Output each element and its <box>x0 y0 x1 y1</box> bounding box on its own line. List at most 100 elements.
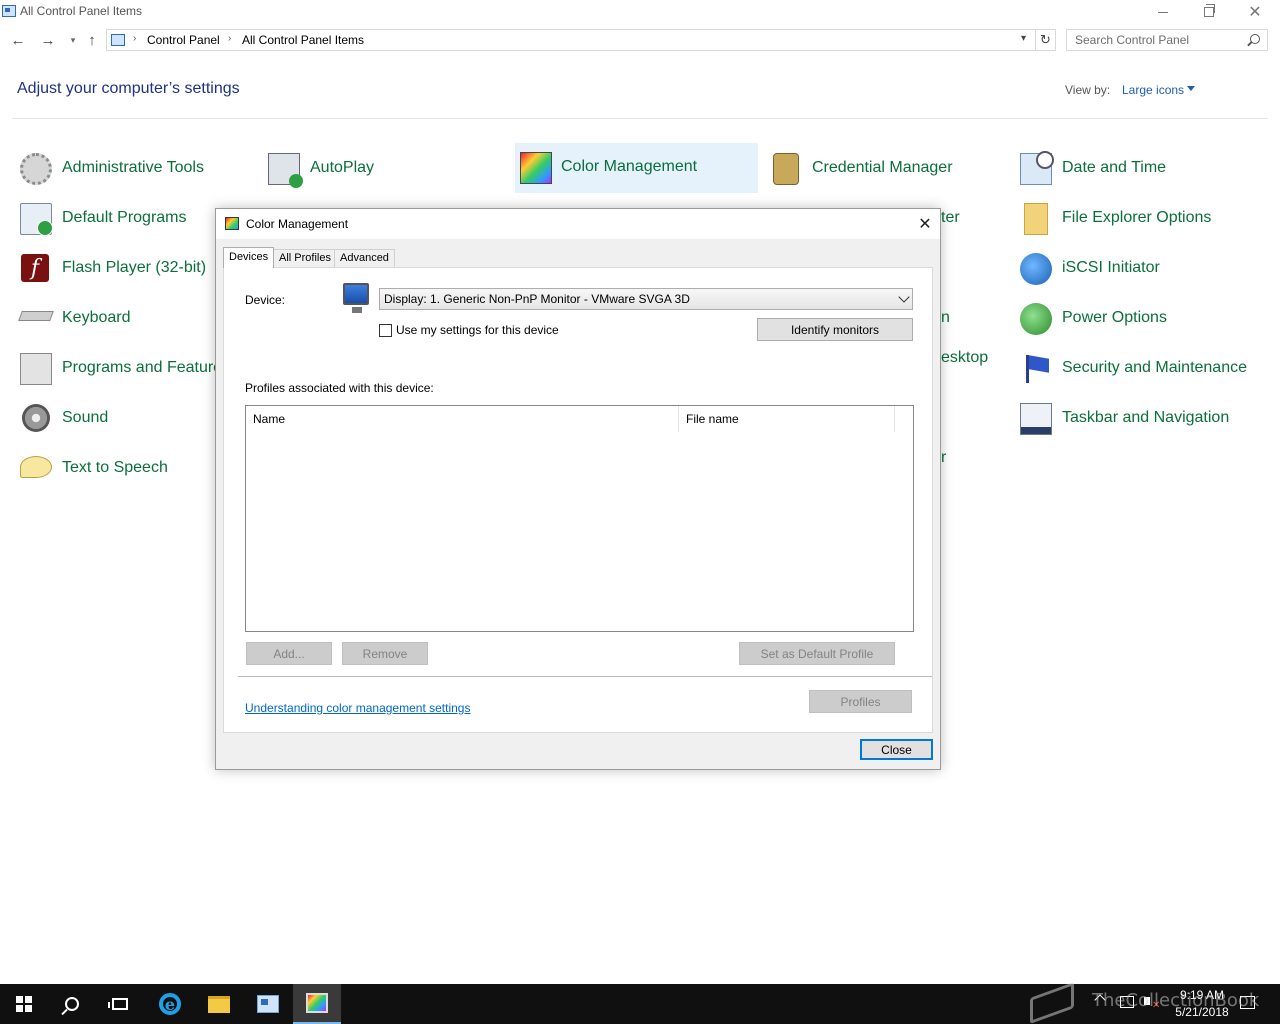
search-icon <box>65 997 79 1011</box>
minimize-button[interactable] <box>1140 0 1186 24</box>
item-label: Default Programs <box>62 209 187 226</box>
dialog-titlebar[interactable]: Color Management ✕ <box>216 209 940 239</box>
close-window-button[interactable]: ✕ <box>1232 0 1278 24</box>
chevron-down-icon: ▾ <box>70 34 76 45</box>
item-power-options[interactable]: Power Options <box>1016 294 1266 342</box>
profiles-label: Profiles associated with this device: <box>245 381 434 395</box>
color-management-icon <box>225 217 239 230</box>
taskbar-file-explorer[interactable] <box>195 984 243 1024</box>
item-label: Text to Speech <box>62 459 168 476</box>
sound-icon <box>22 404 50 432</box>
search-input[interactable] <box>1067 30 1247 50</box>
color-management-help-link[interactable]: Understanding color management settings <box>245 701 470 715</box>
tab-all-profiles[interactable]: All Profiles <box>273 249 337 267</box>
taskbar-navigation-icon <box>1020 403 1052 435</box>
item-color-management[interactable]: Color Management <box>515 143 758 193</box>
iscsi-initiator-icon <box>1020 253 1052 285</box>
watermark-text: TheCollectionBook <box>1092 990 1260 1011</box>
taskbar-search-button[interactable] <box>48 984 96 1024</box>
item-date-and-time[interactable]: Date and Time <box>1016 144 1266 192</box>
window-title: All Control Panel Items <box>20 4 143 18</box>
item-partially-hidden[interactable]: r <box>941 434 981 482</box>
internet-explorer-icon: e <box>159 993 181 1015</box>
start-button[interactable] <box>0 984 48 1024</box>
page-title: Adjust your computer’s settings <box>17 80 240 97</box>
item-credential-manager[interactable]: Credential Manager <box>766 144 1006 192</box>
taskbar-color-management[interactable] <box>293 984 341 1024</box>
item-administrative-tools[interactable]: Administrative Tools <box>16 144 256 192</box>
refresh-button[interactable]: ↻ <box>1036 29 1056 51</box>
item-partially-hidden[interactable]: ter <box>941 194 1001 242</box>
identify-monitors-button[interactable]: Identify monitors <box>757 318 913 341</box>
remove-button[interactable]: Remove <box>342 642 428 665</box>
profiles-list[interactable]: Name File name <box>245 405 914 632</box>
default-programs-icon <box>20 203 53 236</box>
up-button[interactable]: ↑ <box>82 30 102 50</box>
item-label: Administrative Tools <box>62 159 204 176</box>
tab-advanced[interactable]: Advanced <box>334 249 395 267</box>
column-header-name[interactable]: Name <box>246 406 679 432</box>
item-label: Color Management <box>561 158 698 175</box>
item-label: iSCSI Initiator <box>1062 259 1160 276</box>
item-label: Security and Maintenance <box>1062 359 1247 376</box>
tab-devices[interactable]: Devices <box>223 247 275 268</box>
item-label: ter <box>941 209 960 226</box>
back-button[interactable]: ← <box>8 30 28 50</box>
recent-locations-button[interactable]: ▾ <box>63 30 83 50</box>
item-partially-hidden[interactable]: esktop <box>941 334 1011 382</box>
forward-button[interactable]: → <box>38 30 58 50</box>
profiles-button[interactable]: Profiles <box>809 690 912 713</box>
taskbar-internet-explorer[interactable]: e <box>146 984 194 1024</box>
folder-icon <box>208 995 230 1013</box>
item-security-and-maintenance[interactable]: Security and Maintenance <box>1016 344 1266 392</box>
item-label: esktop <box>941 349 989 366</box>
item-iscsi-initiator[interactable]: iSCSI Initiator <box>1016 244 1266 292</box>
search-icon[interactable] <box>1250 34 1260 44</box>
task-view-button[interactable] <box>96 984 144 1024</box>
item-label: r <box>941 449 947 466</box>
item-label: Credential Manager <box>812 159 953 176</box>
device-dropdown-value: Display: 1. Generic Non-PnP Monitor - VM… <box>384 292 690 306</box>
item-taskbar-and-navigation[interactable]: Taskbar and Navigation <box>1016 394 1266 442</box>
control-panel-icon <box>2 5 16 17</box>
search-box[interactable] <box>1066 29 1268 51</box>
programs-features-icon <box>20 353 52 385</box>
caret-down-icon[interactable] <box>1187 86 1195 91</box>
breadcrumb-separator-icon[interactable]: › <box>133 33 136 44</box>
credential-manager-icon <box>773 153 799 185</box>
add-button[interactable]: Add... <box>246 642 332 665</box>
dialog-close-icon[interactable]: ✕ <box>914 213 936 235</box>
maximize-button[interactable] <box>1186 0 1232 24</box>
item-label: Taskbar and Navigation <box>1062 409 1230 426</box>
color-management-dialog: Color Management ✕ Devices All Profiles … <box>215 208 941 770</box>
window-titlebar: All Control Panel Items ✕ <box>0 0 1280 24</box>
text-to-speech-icon <box>20 456 52 478</box>
close-button[interactable]: Close <box>860 739 933 760</box>
device-dropdown[interactable]: Display: 1. Generic Non-PnP Monitor - VM… <box>379 288 913 310</box>
breadcrumb-separator-icon[interactable]: › <box>228 33 231 44</box>
breadcrumb-control-panel[interactable]: Control Panel <box>147 33 220 47</box>
use-my-settings-label[interactable]: Use my settings for this device <box>396 323 559 337</box>
address-dropdown-icon[interactable]: ▾ <box>1021 33 1026 44</box>
use-my-settings-checkbox[interactable] <box>379 324 392 337</box>
item-file-explorer-options[interactable]: File Explorer Options <box>1016 194 1266 242</box>
admin-tools-icon <box>20 153 52 185</box>
color-management-icon <box>306 993 328 1013</box>
taskbar-control-panel[interactable] <box>244 984 292 1024</box>
arrow-left-icon: ← <box>10 31 26 49</box>
header-divider <box>12 118 1268 119</box>
refresh-icon: ↻ <box>1040 32 1051 47</box>
set-default-profile-button[interactable]: Set as Default Profile <box>739 642 895 665</box>
address-bar[interactable]: › Control Panel › All Control Panel Item… <box>106 29 1036 51</box>
item-autoplay[interactable]: AutoPlay <box>264 144 504 192</box>
dialog-title: Color Management <box>246 217 349 231</box>
breadcrumb-all-items[interactable]: All Control Panel Items <box>242 33 364 47</box>
date-time-icon <box>1020 151 1054 185</box>
column-header-file-name[interactable]: File name <box>679 406 895 432</box>
chevron-down-icon <box>898 291 910 303</box>
view-by-label: View by: <box>1065 83 1111 97</box>
power-options-icon <box>1020 303 1052 335</box>
view-by-dropdown[interactable]: Large icons <box>1122 83 1184 97</box>
color-management-icon <box>520 152 552 184</box>
keyboard-icon <box>18 311 54 321</box>
